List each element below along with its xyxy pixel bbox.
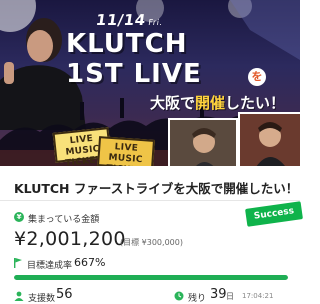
rate-label: 目標達成率 xyxy=(27,261,73,271)
performer-photo xyxy=(168,118,238,166)
coin-icon: ¥ xyxy=(14,212,24,222)
hero-banner[interactable]: 11/14Fri. KLUTCH 1ST LIVE を 大阪で開催したい！ LI… xyxy=(0,0,300,166)
hero-date: 11/14Fri. xyxy=(95,11,164,29)
success-badge: Success xyxy=(245,201,303,227)
hero-date-value: 11/14 xyxy=(94,11,147,29)
project-page: 11/14Fri. KLUTCH 1ST LIVE を 大阪で開催したい！ LI… xyxy=(0,0,303,304)
flag-icon xyxy=(14,258,22,268)
remaining-label: 残り xyxy=(188,294,207,304)
remaining-unit: 日 xyxy=(226,292,234,301)
hero-title-particle: を xyxy=(248,68,266,86)
deadline-time: 17:04:21 xyxy=(242,292,274,300)
hero-subtitle-end: したい！ xyxy=(225,94,286,112)
performer-photo xyxy=(238,112,300,166)
raised-amount: ¥2,001,200 xyxy=(14,228,126,250)
hero-title-line2: 1ST LIVE xyxy=(66,59,202,89)
rate-value: 667% xyxy=(74,256,106,269)
goal-amount: (目標 ¥300,000) xyxy=(120,238,183,247)
project-title: KLUTCH ファーストライブを大阪で開催したい！ xyxy=(14,181,299,196)
supporters-label: 支援数 xyxy=(28,294,56,304)
hero-title-line1: KLUTCH xyxy=(66,29,188,59)
divider xyxy=(0,200,300,201)
hero-subtitle: 大阪で開催したい！ xyxy=(150,92,285,113)
hero-subtitle-highlight: 開催 xyxy=(195,94,226,112)
hero-subtitle-mid: で xyxy=(180,94,196,112)
hero-day: Fri. xyxy=(147,18,164,27)
ticket-illustration: LIVE MUSIC TICKET xyxy=(97,136,155,166)
progress-fill xyxy=(14,275,288,280)
hero-subtitle-city: 大阪 xyxy=(150,94,181,112)
progress-bar xyxy=(14,275,288,280)
raised-label: 集まっている金額 xyxy=(28,215,100,225)
